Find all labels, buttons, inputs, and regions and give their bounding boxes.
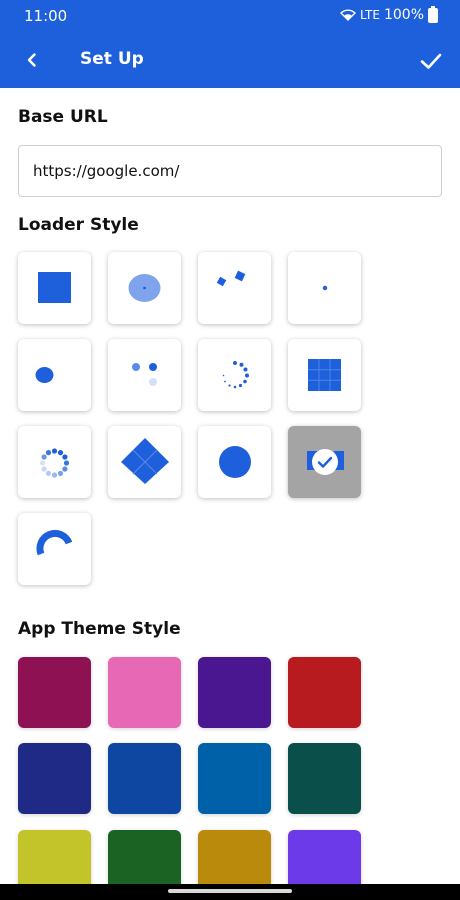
loader-option-pulse-ellipse[interactable]: [108, 252, 181, 324]
loader-option-grid[interactable]: [288, 339, 361, 411]
loader-option-square[interactable]: [18, 252, 91, 324]
base-url-input[interactable]: https://google.com/: [18, 145, 442, 197]
spinner-dots-loader-icon: [222, 361, 249, 389]
loader-option-wandering-cubes-selected[interactable]: [288, 426, 361, 498]
bouncing-ellipse-loader-icon: [35, 367, 54, 383]
back-button[interactable]: [18, 46, 46, 74]
checkmark-icon: [420, 53, 442, 69]
confirm-button[interactable]: [416, 46, 446, 76]
theme-color-swatch[interactable]: [198, 657, 271, 728]
status-icons: LTE 100%: [340, 5, 438, 23]
back-chevron-icon: [27, 53, 36, 67]
rotating-squares-loader-icon: [216, 270, 246, 287]
app-bar: Set Up: [0, 32, 460, 88]
filled-circle-loader-icon: [219, 446, 251, 478]
arc-loader-icon: [36, 529, 73, 556]
loader-option-arc[interactable]: [18, 513, 91, 585]
loader-option-spinner-dots[interactable]: [198, 339, 271, 411]
selected-check-icon: [312, 449, 338, 475]
loader-option-dot[interactable]: [288, 252, 361, 324]
status-bar: 11:00 LTE 100%: [0, 0, 460, 32]
loader-option-filled-circle[interactable]: [198, 426, 271, 498]
theme-color-swatch[interactable]: [288, 743, 361, 814]
app-theme-style-label: App Theme Style: [18, 619, 181, 639]
dot-loader-icon: [322, 285, 328, 291]
battery-icon: [428, 5, 438, 23]
loader-option-folding-cube[interactable]: [108, 426, 181, 498]
theme-color-swatch[interactable]: [18, 657, 91, 728]
loader-option-three-dots[interactable]: [108, 339, 181, 411]
theme-color-swatch[interactable]: [18, 743, 91, 814]
theme-color-swatch[interactable]: [198, 743, 271, 814]
pulse-ellipse-loader-icon: [128, 274, 161, 302]
system-navigation-bar: [0, 884, 460, 900]
theme-color-swatch[interactable]: [108, 657, 181, 728]
home-gesture-handle[interactable]: [168, 889, 292, 893]
three-dots-loader-icon: [132, 363, 157, 386]
page-title: Set Up: [80, 49, 144, 69]
folding-cube-loader-icon: [121, 438, 169, 484]
loader-option-fading-circle[interactable]: [18, 426, 91, 498]
battery-percent: 100%: [383, 7, 424, 23]
wifi-icon: [340, 9, 357, 21]
theme-color-swatch[interactable]: [288, 657, 361, 728]
grid-loader-icon: [308, 359, 341, 391]
status-time: 11:00: [24, 7, 68, 25]
square-loader-icon: [38, 272, 71, 303]
loader-style-label: Loader Style: [18, 215, 139, 235]
base-url-label: Base URL: [18, 107, 108, 127]
loader-option-bouncing-ellipse[interactable]: [18, 339, 91, 411]
fading-circle-loader-icon: [39, 448, 70, 478]
loader-option-rotating-squares[interactable]: [198, 252, 271, 324]
network-label: LTE: [360, 8, 380, 22]
theme-color-swatch[interactable]: [108, 743, 181, 814]
